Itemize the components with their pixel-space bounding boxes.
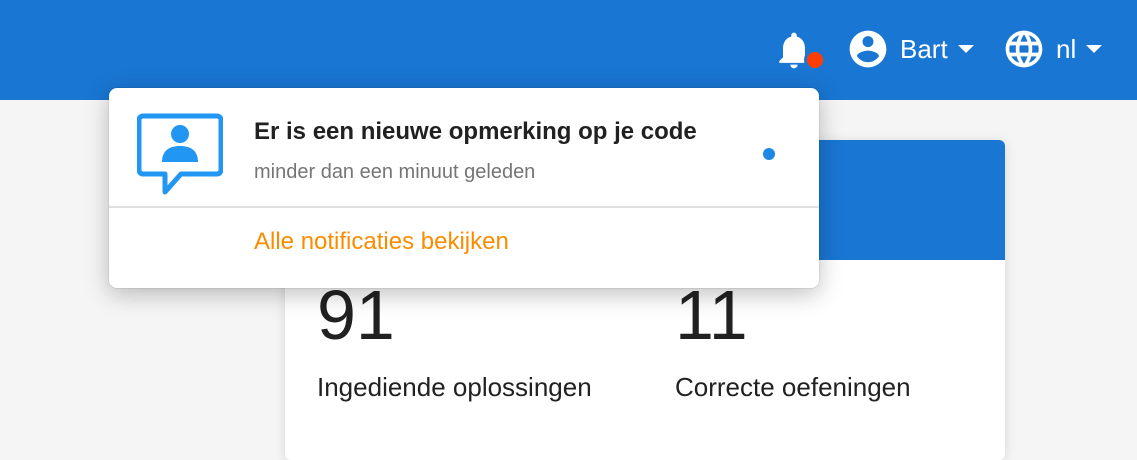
notification-item[interactable]: Er is een nieuwe opmerking op je code mi…	[109, 88, 819, 206]
view-all-notifications-link[interactable]: Alle notificaties bekijken	[254, 228, 509, 256]
notification-title: Er is een nieuwe opmerking op je code	[254, 118, 697, 145]
language-code: nl	[1056, 33, 1077, 64]
notification-time: minder dan een minuut geleden	[254, 161, 536, 183]
user-menu[interactable]: Bart	[846, 25, 974, 73]
notifications-button[interactable]	[772, 26, 826, 74]
notifications-dropdown: Er is een nieuwe opmerking op je code mi…	[109, 88, 819, 288]
unread-indicator	[763, 148, 775, 160]
stat-label: Ingediende oplossingen	[317, 372, 592, 402]
stat-label: Correcte oefeningen	[675, 372, 911, 402]
stat-submitted-solutions: 91 Ingediende oplossingen	[317, 280, 592, 403]
account-circle-icon	[849, 30, 887, 68]
divider	[109, 206, 819, 208]
globe-icon	[1005, 30, 1043, 68]
chevron-down-icon	[957, 45, 974, 53]
stat-value: 91	[317, 276, 395, 354]
notification-badge	[804, 49, 826, 71]
app-bar: Bart nl	[0, 0, 1137, 100]
stat-value: 11	[675, 276, 748, 354]
comment-user-icon	[137, 113, 223, 195]
user-name: Bart	[900, 33, 948, 64]
stat-correct-exercises: 11 Correcte oefeningen	[675, 280, 911, 403]
language-menu[interactable]: nl	[1002, 25, 1103, 73]
chevron-down-icon	[1086, 45, 1103, 53]
